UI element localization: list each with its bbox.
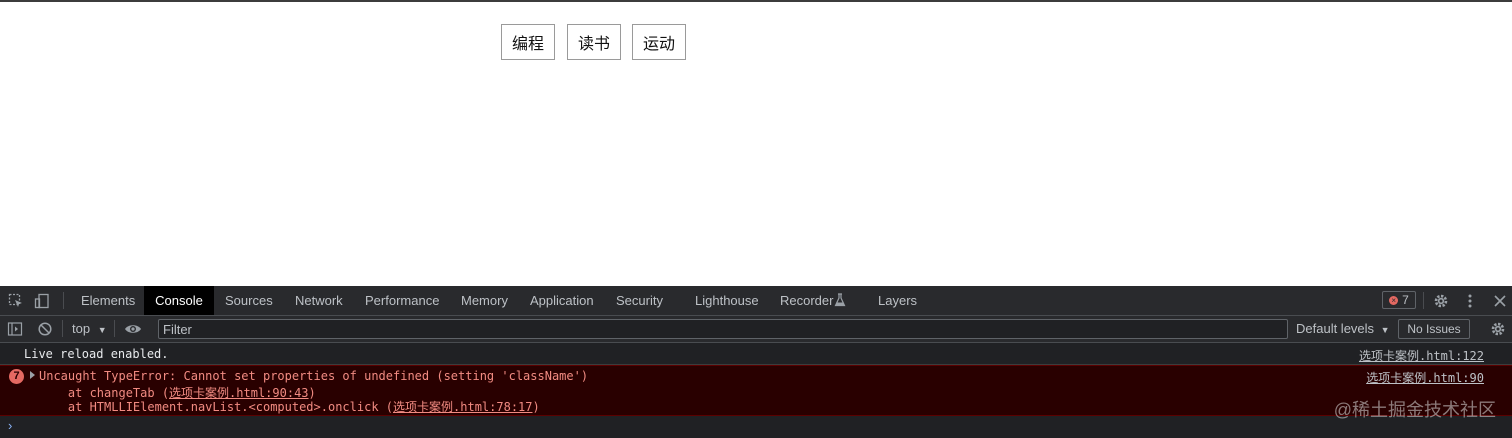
recorder-flask-icon <box>834 293 850 309</box>
tab-button-programming[interactable]: 编程 <box>501 24 555 60</box>
tab-memory[interactable]: Memory <box>461 286 508 315</box>
tab-application[interactable]: Application <box>530 286 594 315</box>
stack-frame-prefix: at HTMLLIElement.navList.<computed>.oncl… <box>39 400 394 414</box>
tab-separator <box>63 292 64 309</box>
webpage-viewport: 编程 读书 运动 <box>0 2 1512 286</box>
toolbar-separator <box>62 320 63 337</box>
error-count-badge[interactable]: × 7 <box>1382 291 1416 309</box>
log-levels-label: Default levels <box>1296 321 1375 336</box>
chevron-down-icon: ▼ <box>97 325 107 335</box>
stack-frame-link[interactable]: 选项卡案例.html:78:17 <box>393 400 532 414</box>
sidebar-toggle-icon[interactable] <box>7 321 23 337</box>
expand-triangle-icon[interactable] <box>30 371 35 379</box>
tab-security[interactable]: Security <box>616 286 663 315</box>
devtools-panel: Elements Console Sources Network Perform… <box>0 286 1512 438</box>
tab-separator <box>1423 292 1424 309</box>
console-toolbar: top ▼ Default levels ▼ No Issues <box>0 316 1512 343</box>
info-source-link[interactable]: 选项卡案例.html:122 <box>1359 347 1484 364</box>
issues-button[interactable]: No Issues <box>1398 319 1470 339</box>
inspect-element-icon[interactable] <box>8 293 24 309</box>
error-message-text[interactable]: Uncaught TypeError: Cannot set propertie… <box>39 369 588 383</box>
settings-gear-icon[interactable] <box>1433 293 1449 309</box>
context-selector[interactable]: top ▼ <box>72 321 107 336</box>
error-count-text: 7 <box>1402 293 1409 307</box>
console-message-info: Live reload enabled. 选项卡案例.html:122 <box>0 343 1512 365</box>
live-expression-eye-icon[interactable] <box>124 321 141 337</box>
tab-recorder[interactable]: Recorder <box>780 286 833 315</box>
tab-layers[interactable]: Layers <box>878 286 917 315</box>
clear-console-icon[interactable] <box>37 321 53 337</box>
error-icon: × <box>1389 295 1399 305</box>
tab-sources[interactable]: Sources <box>225 286 273 315</box>
info-message-text: Live reload enabled. <box>24 347 169 361</box>
more-vertical-icon[interactable] <box>1462 293 1478 309</box>
stack-frame-suffix: ) <box>532 400 540 414</box>
console-prompt[interactable]: › <box>0 415 1512 438</box>
tab-elements[interactable]: Elements <box>81 286 135 315</box>
console-filter-input[interactable] <box>158 319 1288 339</box>
device-toggle-icon[interactable] <box>34 293 50 309</box>
tab-network[interactable]: Network <box>295 286 343 315</box>
devtools-tab-bar: Elements Console Sources Network Perform… <box>0 286 1512 316</box>
stack-frame-2: at HTMLLIElement.navList.<computed>.oncl… <box>39 398 540 415</box>
tab-performance[interactable]: Performance <box>365 286 439 315</box>
tab-lighthouse[interactable]: Lighthouse <box>695 286 759 315</box>
log-levels-dropdown[interactable]: Default levels ▼ <box>1296 321 1390 336</box>
toolbar-separator <box>114 320 115 337</box>
console-message-error: 7 Uncaught TypeError: Cannot set propert… <box>0 365 1512 416</box>
watermark: @稀土掘金技术社区 <box>1333 400 1496 420</box>
error-repeat-count: 7 <box>9 369 24 384</box>
close-icon[interactable] <box>1492 293 1508 309</box>
context-selector-label: top <box>72 321 91 336</box>
tab-console[interactable]: Console <box>144 286 214 315</box>
console-settings-gear-icon[interactable] <box>1490 321 1506 337</box>
prompt-chevron-icon: › <box>8 418 13 433</box>
tab-button-sports[interactable]: 运动 <box>632 24 686 60</box>
tab-button-reading[interactable]: 读书 <box>567 24 621 60</box>
error-source-link[interactable]: 选项卡案例.html:90 <box>1366 369 1484 386</box>
chevron-down-icon: ▼ <box>1380 325 1390 335</box>
